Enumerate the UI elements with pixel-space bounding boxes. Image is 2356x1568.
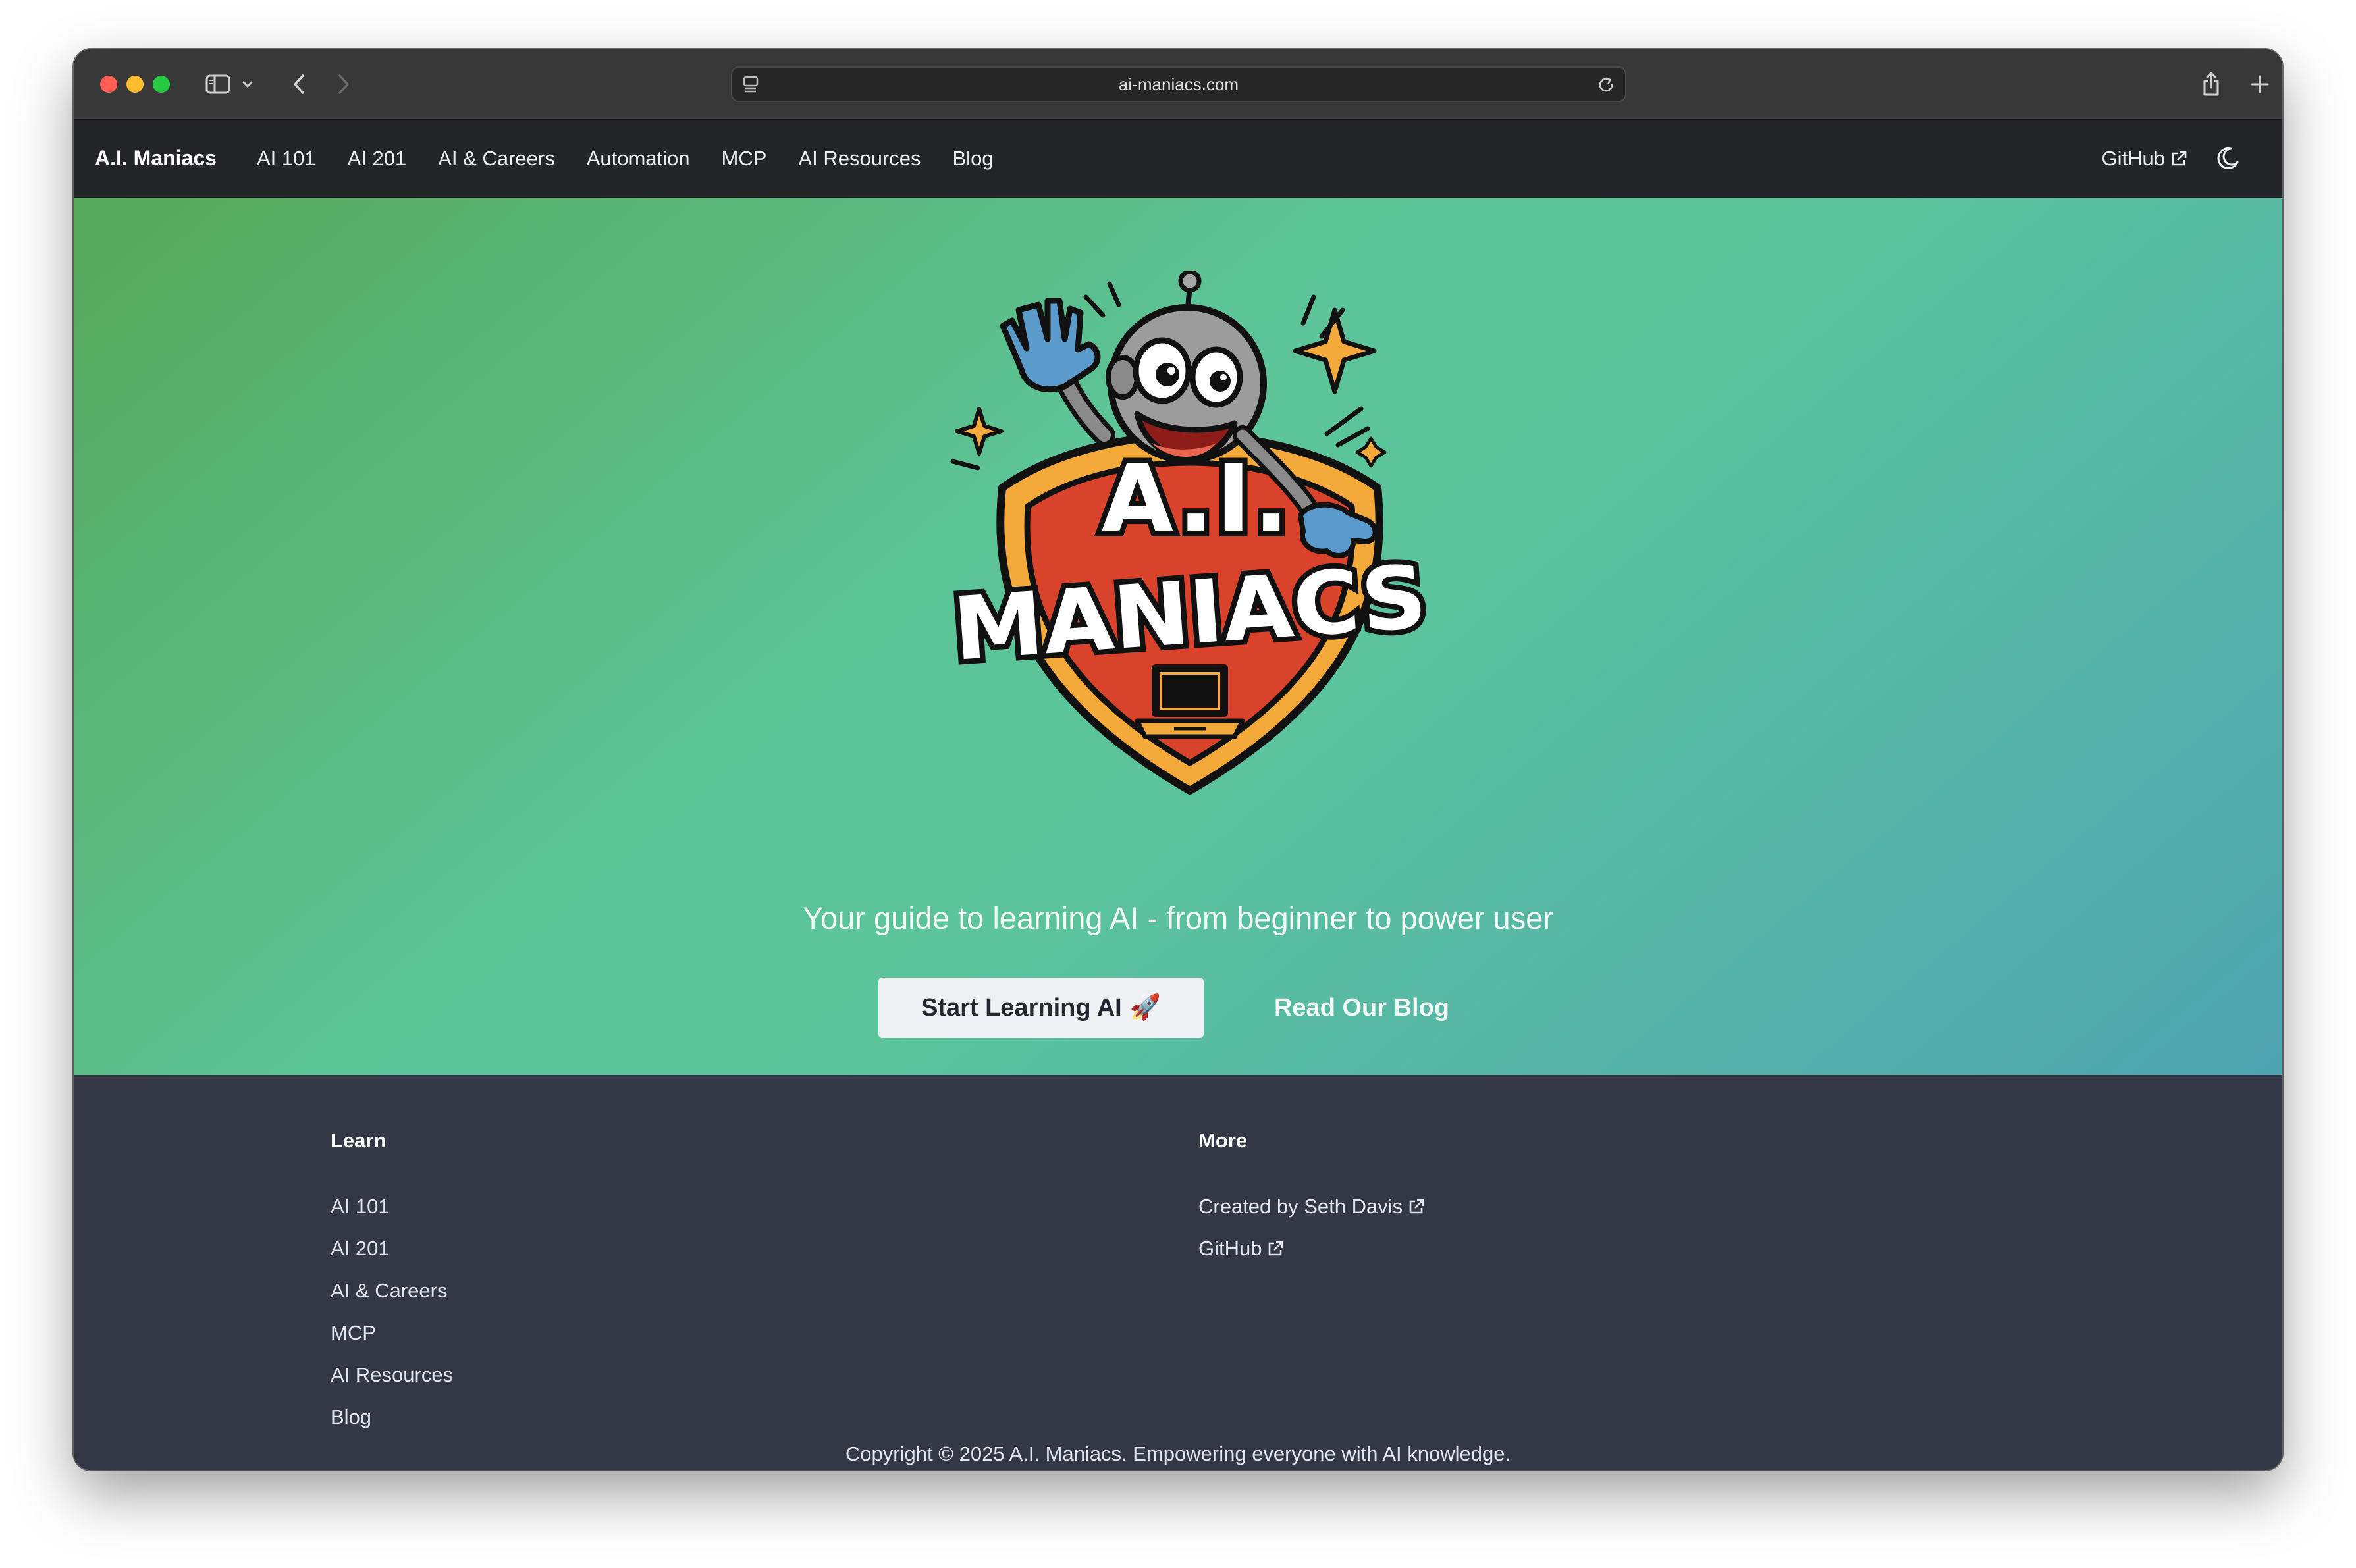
nav-link-ai-resources[interactable]: AI Resources [798, 147, 921, 170]
footer-link-ai-101[interactable]: AI 101 [331, 1195, 390, 1218]
browser-window: ai-maniacs.com A.I. Maniacs AI 101 AI 20… [74, 49, 2282, 1470]
hero-section: A.I. MANIACS Your guide to learning AI -… [74, 198, 2282, 1075]
nav-link-mcp[interactable]: MCP [722, 147, 767, 170]
external-link-icon [1409, 1199, 1424, 1214]
footer-link-mcp[interactable]: MCP [331, 1321, 376, 1345]
footer-copyright: Copyright © 2025 A.I. Maniacs. Empowerin… [845, 1442, 1511, 1465]
footer-link-ai-resources[interactable]: AI Resources [331, 1363, 453, 1387]
nav-link-github[interactable]: GitHub [2102, 147, 2187, 170]
reload-icon[interactable] [1596, 75, 1616, 98]
footer-learn-list: AI 101 AI 201 AI & Careers MCP AI Resour… [331, 1186, 453, 1438]
nav-link-ai-201[interactable]: AI 201 [348, 147, 407, 170]
url-text: ai-maniacs.com [1118, 74, 1239, 94]
share-icon[interactable] [2198, 69, 2224, 99]
nav-link-blog[interactable]: Blog [953, 147, 994, 170]
minimize-window-button[interactable] [126, 76, 144, 93]
footer-link-ai-201[interactable]: AI 201 [331, 1237, 390, 1261]
footer-created-by-label: Created by Seth Davis [1198, 1195, 1403, 1218]
read-blog-link[interactable]: Read Our Blog [1243, 978, 1480, 1038]
nav-links: AI 101 AI 201 AI & Careers Automation MC… [257, 120, 994, 197]
rocket-icon: 🚀 [1129, 994, 1162, 1022]
zoom-window-button[interactable] [153, 76, 170, 93]
ai-maniacs-logo: A.I. MANIACS [940, 271, 1440, 817]
nav-link-automation[interactable]: Automation [587, 147, 690, 170]
laptop-icon [1135, 664, 1245, 739]
site-footer: Learn AI 101 AI 201 AI & Careers MCP AI … [74, 1075, 2282, 1470]
sidebar-icon[interactable] [203, 69, 233, 99]
brand-link[interactable]: A.I. Maniacs [95, 120, 217, 197]
footer-link-created-by[interactable]: Created by Seth Davis [1198, 1195, 1425, 1218]
footer-learn-column: Learn AI 101 AI 201 AI & Careers MCP AI … [331, 1129, 453, 1438]
moon-icon[interactable] [2215, 146, 2240, 171]
logo-text-ai: A.I. [1101, 445, 1291, 554]
close-window-button[interactable] [100, 76, 117, 93]
footer-link-ai-careers[interactable]: AI & Careers [331, 1279, 447, 1303]
footer-github-label: GitHub [1198, 1237, 1262, 1260]
chevron-down-icon[interactable] [240, 69, 255, 99]
chevron-right-icon[interactable] [331, 69, 357, 99]
chevron-left-icon[interactable] [286, 69, 312, 99]
external-link-icon [2172, 151, 2187, 165]
hero-tagline: Your guide to learning AI - from beginne… [802, 901, 1553, 935]
footer-more-list: Created by Seth Davis GitHub [1198, 1186, 1425, 1270]
start-learning-label: Start Learning AI [921, 993, 1122, 1022]
plus-icon[interactable] [2247, 69, 2273, 99]
footer-link-github[interactable]: GitHub [1198, 1237, 1284, 1261]
footer-more-column: More Created by Seth Davis GitHub [1198, 1129, 1425, 1270]
start-learning-button[interactable]: Start Learning AI 🚀 [878, 978, 1204, 1038]
footer-link-blog[interactable]: Blog [331, 1405, 371, 1429]
nav-github-label: GitHub [2101, 146, 2165, 170]
nav-link-ai-101[interactable]: AI 101 [257, 147, 316, 170]
nav-right: GitHub [2102, 120, 2240, 197]
site-navbar: A.I. Maniacs AI 101 AI 201 AI & Careers … [74, 120, 2282, 198]
external-link-icon [1269, 1241, 1283, 1256]
address-bar[interactable]: ai-maniacs.com [731, 66, 1626, 102]
nav-link-ai-careers[interactable]: AI & Careers [438, 147, 554, 170]
browser-toolbar: ai-maniacs.com [74, 49, 2282, 120]
footer-learn-heading: Learn [331, 1129, 387, 1152]
footer-more-heading: More [1198, 1129, 1248, 1152]
